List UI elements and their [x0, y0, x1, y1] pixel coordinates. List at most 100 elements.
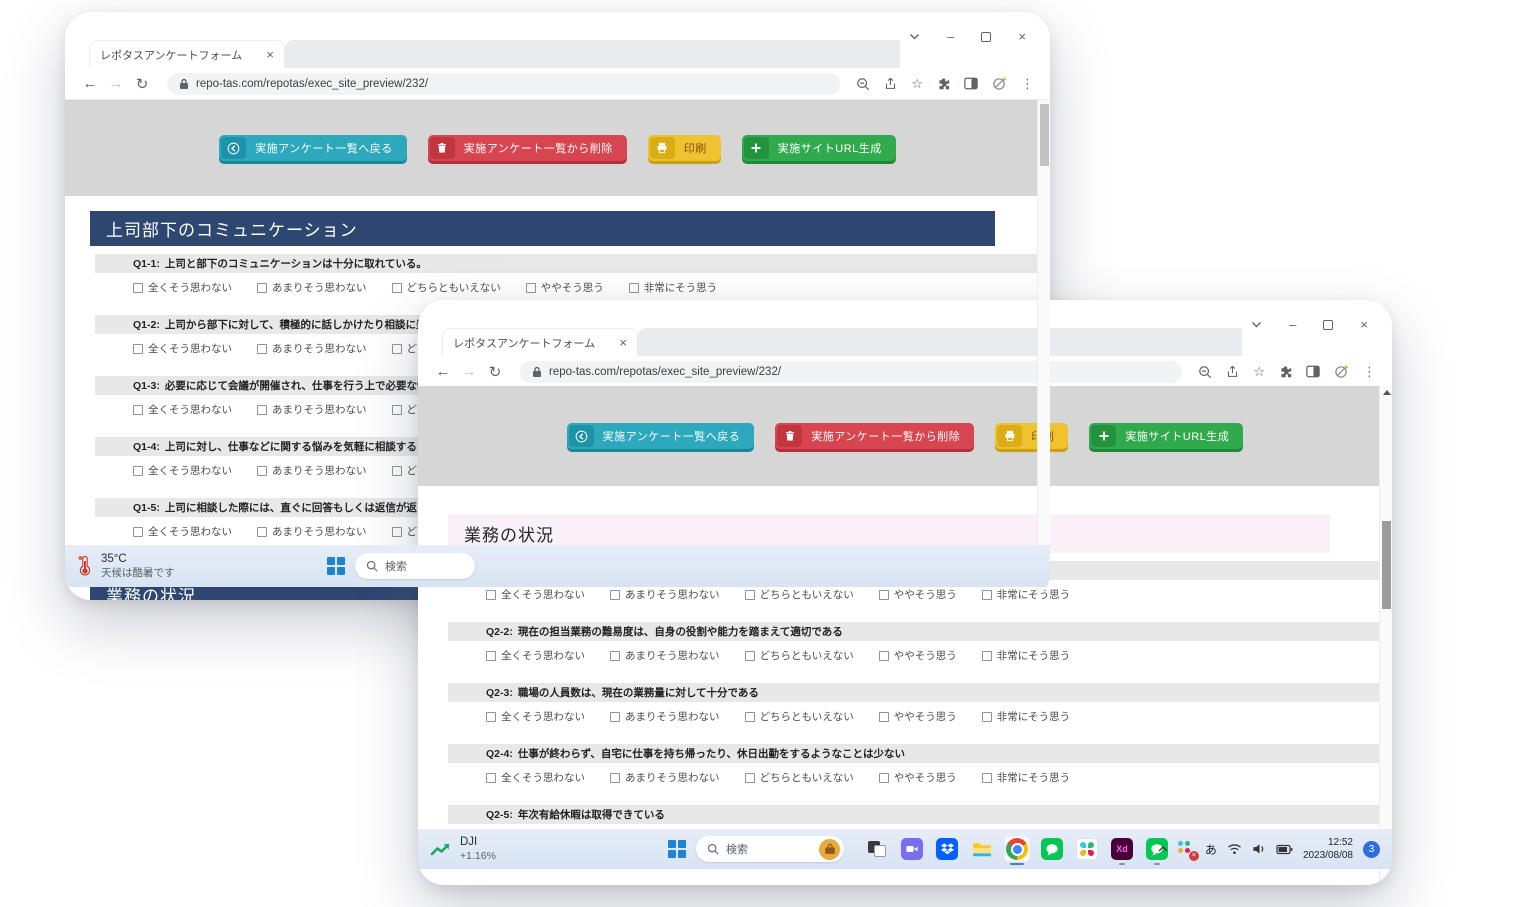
checkbox-option[interactable]: どちらともいえない [392, 280, 501, 295]
checkbox-option[interactable]: あまりそう思わない [610, 587, 720, 602]
checkbox-option[interactable]: 非常にそう思う [982, 587, 1070, 602]
meeting-app-icon[interactable] [899, 836, 925, 862]
checkbox[interactable] [982, 773, 992, 783]
checkbox[interactable] [879, 773, 889, 783]
windows-start-icon[interactable] [668, 840, 686, 858]
checkbox[interactable] [745, 651, 755, 661]
reload-icon[interactable]: ↻ [486, 363, 504, 381]
checkbox[interactable] [879, 651, 889, 661]
scrollbar-thumb[interactable] [1040, 104, 1049, 166]
dropbox-icon[interactable] [934, 836, 960, 862]
checkbox[interactable] [133, 466, 143, 476]
side-panel-icon[interactable] [1306, 365, 1320, 378]
checkbox[interactable] [879, 712, 889, 722]
line-app-icon[interactable] [1039, 836, 1065, 862]
checkbox[interactable] [486, 712, 496, 722]
checkbox-option[interactable]: 全くそう思わない [133, 280, 232, 295]
checkbox-option[interactable]: 非常にそう思う [982, 709, 1070, 724]
zoom-out-icon[interactable] [856, 77, 870, 91]
search-highlight-icon[interactable] [819, 839, 840, 860]
close-icon[interactable]: × [1360, 318, 1368, 331]
checkbox[interactable] [982, 651, 992, 661]
taskbar-clock[interactable]: 12:52 2023/08/08 [1303, 836, 1353, 862]
generate-site-url-button[interactable]: 実施サイトURL生成 [742, 135, 896, 161]
checkbox[interactable] [745, 773, 755, 783]
task-view-icon[interactable] [864, 836, 890, 862]
address-bar[interactable]: repo-tas.com/repotas/exec_site_preview/2… [167, 73, 840, 95]
checkbox[interactable] [257, 344, 267, 354]
checkbox[interactable] [486, 590, 496, 600]
reload-icon[interactable]: ↻ [133, 75, 151, 93]
bookmark-star-icon[interactable]: ☆ [1253, 364, 1265, 380]
checkbox-option[interactable]: あまりそう思わない [610, 648, 720, 663]
checkbox-option[interactable]: 全くそう思わない [486, 770, 585, 785]
checkbox[interactable] [486, 773, 496, 783]
checkbox[interactable] [257, 405, 267, 415]
checkbox-option[interactable]: ややそう思う [879, 770, 957, 785]
maximize-icon[interactable] [981, 32, 991, 42]
taskbar-search[interactable]: 検索 [696, 836, 844, 862]
close-icon[interactable]: × [1018, 30, 1026, 43]
back-nav-icon[interactable]: ← [81, 75, 99, 92]
checkbox[interactable] [392, 283, 402, 293]
checkbox-option[interactable]: 全くそう思わない [133, 524, 232, 539]
checkbox-option[interactable]: あまりそう思わない [257, 402, 367, 417]
checkbox[interactable] [610, 773, 620, 783]
delete-from-survey-list-button[interactable]: 実施アンケート一覧から削除 [428, 135, 627, 161]
screenshot-extension-icon[interactable] [992, 76, 1007, 91]
checkbox[interactable] [133, 283, 143, 293]
checkbox[interactable] [879, 590, 889, 600]
zoom-out-icon[interactable] [1198, 365, 1212, 379]
checkbox[interactable] [133, 344, 143, 354]
maximize-icon[interactable] [1323, 320, 1333, 330]
checkbox-option[interactable]: あまりそう思わない [257, 280, 367, 295]
browser-tab[interactable]: レポタスアンケートフォーム × [442, 328, 638, 356]
checkbox-option[interactable]: 非常にそう思う [982, 770, 1070, 785]
checkbox-option[interactable]: 全くそう思わない [486, 709, 585, 724]
checkbox-option[interactable]: あまりそう思わない [610, 709, 720, 724]
battery-icon[interactable] [1276, 844, 1293, 855]
checkbox-option[interactable]: どちらともいえない [745, 587, 854, 602]
adobe-xd-icon[interactable]: Xd [1109, 836, 1135, 862]
print-button[interactable]: 印刷 [995, 423, 1068, 449]
checkbox-option[interactable]: 非常にそう思う [629, 280, 717, 295]
address-bar[interactable]: repo-tas.com/repotas/exec_site_preview/2… [520, 361, 1182, 383]
back-nav-icon[interactable]: ← [434, 363, 452, 380]
page-scrollbar[interactable] [1037, 100, 1050, 600]
checkbox[interactable] [133, 405, 143, 415]
checkbox-option[interactable]: ややそう思う [526, 280, 604, 295]
checkbox-option[interactable]: あまりそう思わない [257, 524, 367, 539]
menu-dots-icon[interactable]: ⋮ [1363, 364, 1376, 380]
checkbox-option[interactable]: 全くそう思わない [133, 341, 232, 356]
minimize-icon[interactable]: – [1289, 318, 1296, 331]
tab-search-chevron-icon[interactable] [1251, 321, 1262, 328]
checkbox-option[interactable]: どちらともいえない [745, 648, 854, 663]
page-scrollbar[interactable] [1379, 386, 1392, 885]
checkbox-option[interactable]: 全くそう思わない [133, 463, 232, 478]
checkbox-option[interactable]: あまりそう思わない [257, 463, 367, 478]
checkbox[interactable] [982, 590, 992, 600]
checkbox[interactable] [392, 466, 402, 476]
checkbox[interactable] [257, 527, 267, 537]
checkbox[interactable] [610, 590, 620, 600]
checkbox-option[interactable]: ややそう思う [879, 648, 957, 663]
checkbox[interactable] [745, 712, 755, 722]
notification-app-icon[interactable]: × [1178, 841, 1195, 858]
checkbox[interactable] [486, 651, 496, 661]
notification-count-badge[interactable]: 3 [1363, 841, 1380, 858]
print-button[interactable]: 印刷 [648, 135, 721, 161]
checkbox-option[interactable]: どちらともいえない [745, 770, 854, 785]
share-icon[interactable] [1226, 365, 1239, 378]
scrollbar-up-arrow[interactable] [1383, 390, 1391, 395]
checkbox[interactable] [257, 466, 267, 476]
back-to-survey-list-button[interactable]: 実施アンケート一覧へ戻る [219, 135, 407, 161]
checkbox-option[interactable]: 全くそう思わない [133, 402, 232, 417]
tab-close-icon[interactable]: × [619, 336, 627, 349]
ime-indicator[interactable]: あ [1205, 841, 1217, 858]
extensions-puzzle-icon[interactable] [1279, 365, 1292, 378]
checkbox[interactable] [610, 651, 620, 661]
stock-widget[interactable]: DJI +1.16% [430, 835, 496, 863]
generate-site-url-button[interactable]: 実施サイトURL生成 [1089, 423, 1243, 449]
forward-nav-icon[interactable]: → [107, 75, 125, 92]
chrome-icon[interactable] [1004, 836, 1030, 862]
